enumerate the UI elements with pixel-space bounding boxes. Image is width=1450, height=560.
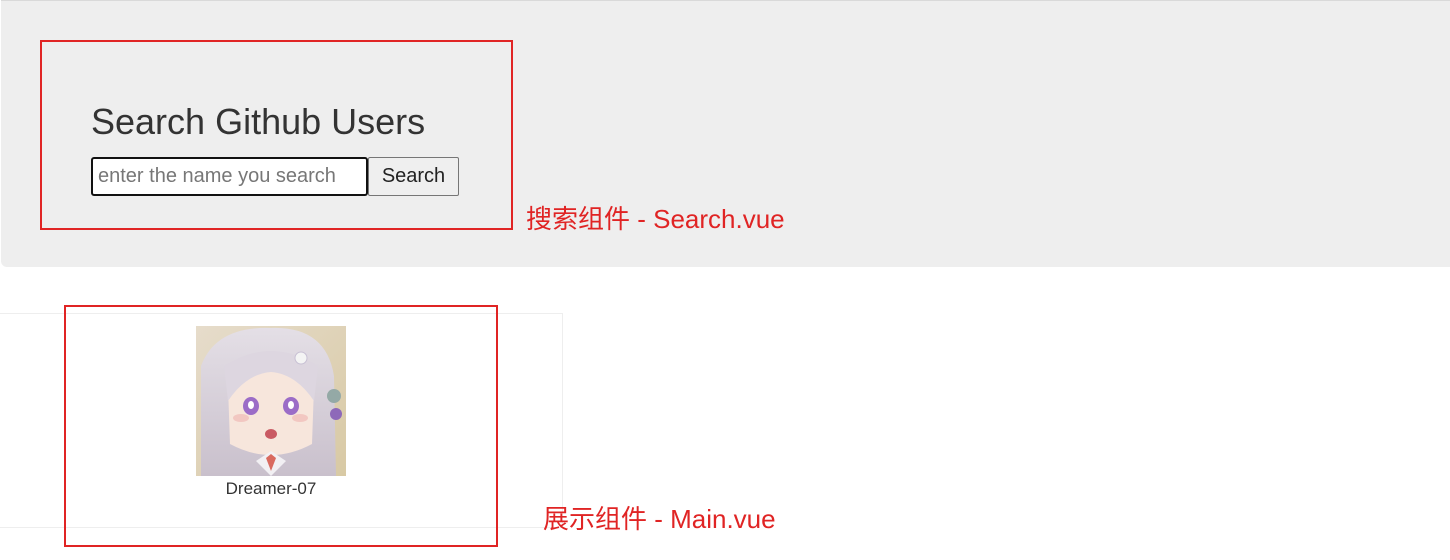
main-component-annotation: 展示组件 - Main.vue <box>543 504 776 534</box>
page: Search Github Users Search 搜索组件 - Search… <box>0 0 1450 560</box>
main-component-highlight <box>64 305 498 547</box>
search-component-highlight <box>40 40 513 230</box>
search-component-annotation: 搜索组件 - Search.vue <box>526 204 785 234</box>
